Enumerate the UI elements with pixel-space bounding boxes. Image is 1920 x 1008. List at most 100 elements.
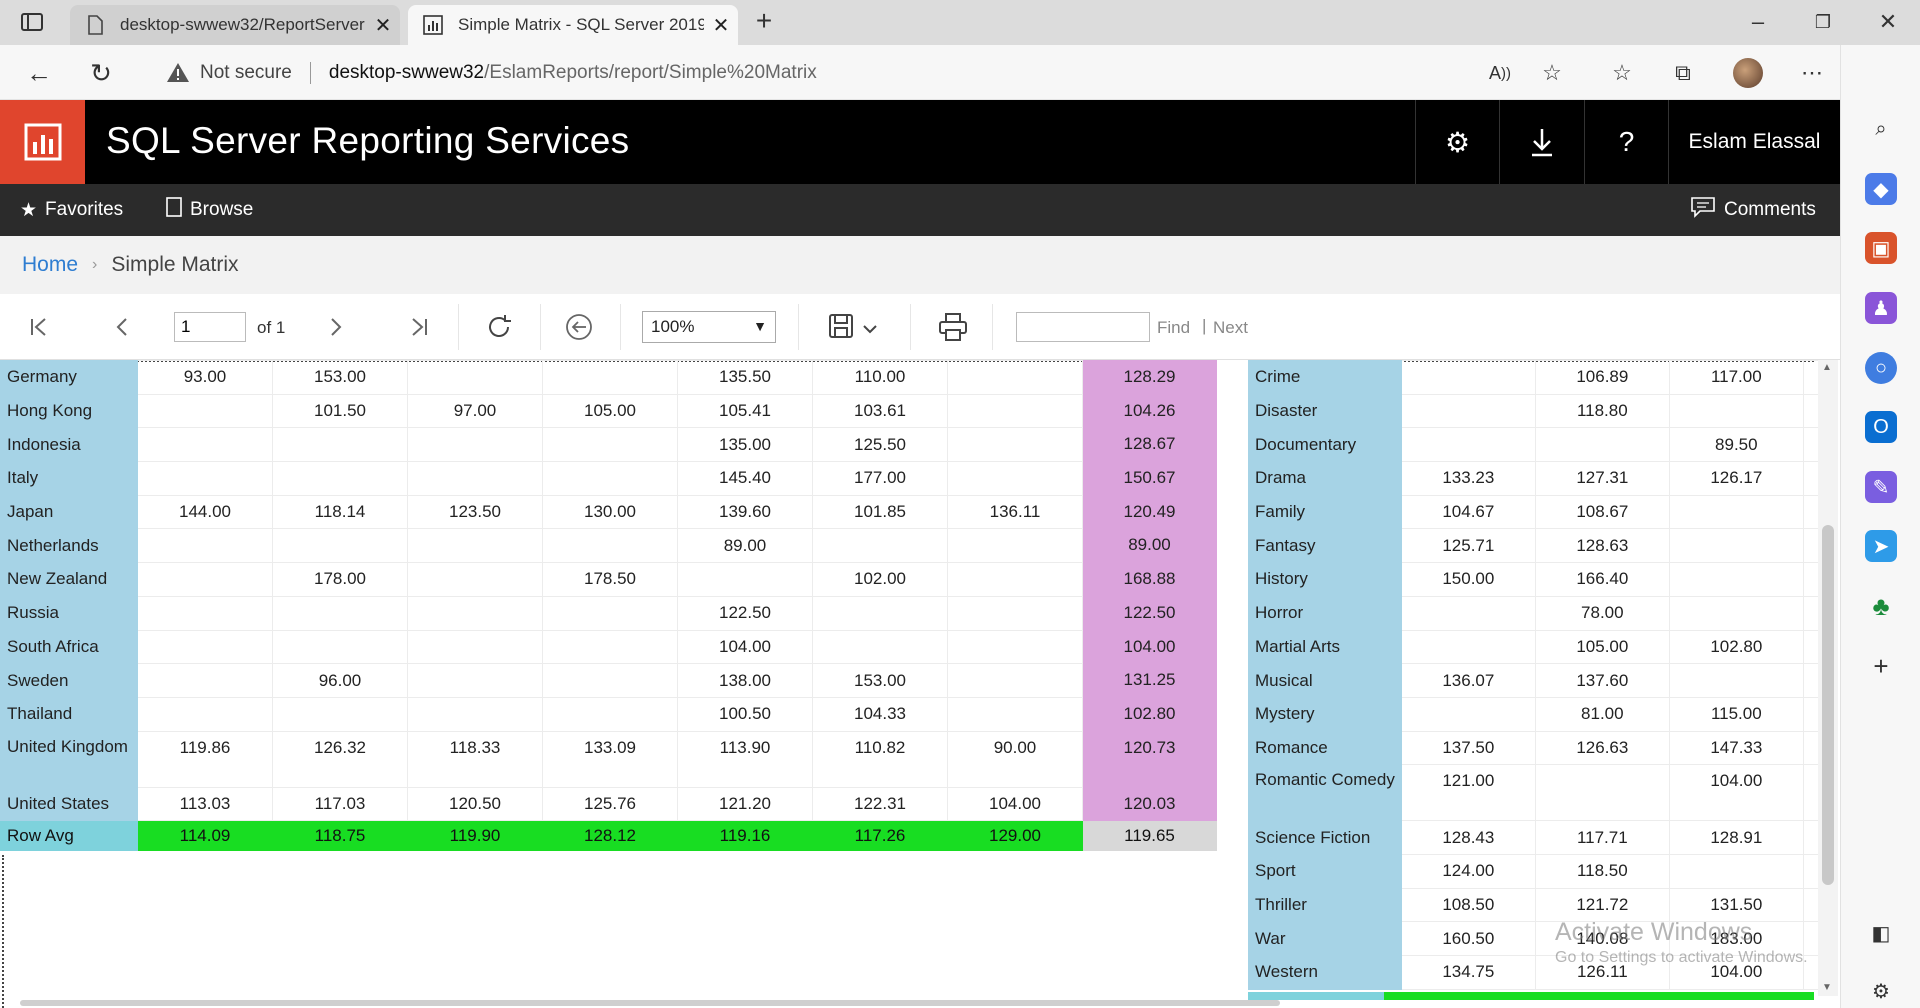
- last-page-icon[interactable]: [401, 309, 437, 345]
- tab-title: desktop-swwew32/ReportServer: [120, 15, 365, 34]
- url-bar[interactable]: Not secure desktop-swwew32/EslamReports/…: [142, 53, 1522, 93]
- close-tab-icon[interactable]: ✕: [366, 13, 400, 38]
- page-count-label: of 1: [257, 318, 286, 337]
- ssrs-logo-icon[interactable]: [0, 100, 85, 184]
- close-window-icon[interactable]: ✕: [1873, 8, 1903, 36]
- table-cell: 137.50: [1400, 730, 1536, 766]
- table-cell: 127.31: [1534, 461, 1670, 496]
- restore-icon[interactable]: ❐: [1808, 8, 1838, 36]
- horizontal-scrollbar[interactable]: [20, 1000, 1280, 1006]
- download-icon[interactable]: [1499, 100, 1583, 184]
- url-path: /EslamReports/report/Simple%20Matrix: [484, 62, 817, 83]
- row-header-country: Italy: [0, 461, 138, 496]
- scroll-up-icon[interactable]: ▲: [1822, 362, 1832, 373]
- print-icon[interactable]: [935, 309, 971, 345]
- table-row: United States 113.03 117.03 120.50 125.76 121…: [0, 786, 1217, 822]
- settings-gear-icon[interactable]: ⚙: [1415, 100, 1499, 184]
- footer-cell: 117.26: [812, 820, 948, 852]
- sidebar-settings-icon[interactable]: ⚙: [1865, 975, 1897, 1007]
- close-tab-icon[interactable]: ✕: [704, 13, 738, 38]
- row-average-cell: 131.25: [1082, 663, 1217, 698]
- first-page-icon[interactable]: [21, 309, 57, 345]
- reload-icon[interactable]: ↻: [86, 58, 116, 88]
- sidebar-toggle-icon[interactable]: ◧: [1865, 917, 1897, 949]
- row-header-genre: Romance: [1248, 730, 1402, 766]
- back-icon[interactable]: ←: [24, 58, 54, 88]
- zoom-select[interactable]: 100% ▼: [642, 311, 776, 343]
- browser-tab-simple-matrix[interactable]: Simple Matrix - SQL Server 2019 ✕: [408, 5, 738, 45]
- add-icon[interactable]: +: [1865, 650, 1897, 682]
- add-favorite-icon[interactable]: ☆: [1537, 58, 1567, 88]
- tree-icon[interactable]: ♣: [1865, 590, 1897, 622]
- tools-icon[interactable]: ▣: [1865, 232, 1897, 264]
- country-matrix-table: Germany 93.00 153.00 135.50 110.00 128.29 Hong…: [0, 360, 1217, 852]
- table-cell: [1400, 629, 1536, 665]
- table-cell: 118.80: [1534, 393, 1670, 429]
- zoom-value: 100%: [651, 317, 695, 336]
- minimize-icon[interactable]: –: [1743, 8, 1773, 36]
- more-options-icon[interactable]: ⋯: [1797, 58, 1827, 88]
- nav-favorites[interactable]: ★ Favorites: [20, 184, 123, 236]
- back-to-parent-icon[interactable]: [561, 309, 597, 345]
- browser-tab-reportserver[interactable]: desktop-swwew32/ReportServer ✕: [70, 5, 400, 45]
- games-icon[interactable]: ♟: [1865, 292, 1897, 324]
- nav-browse[interactable]: Browse: [166, 184, 253, 236]
- help-icon[interactable]: ?: [1584, 100, 1668, 184]
- row-average-cell: 89.00: [1082, 528, 1217, 564]
- shopping-icon[interactable]: ◆: [1865, 173, 1897, 205]
- table-row: Documentary 89.50: [1248, 427, 1834, 463]
- table-cell: 89.50: [1668, 427, 1804, 463]
- nav-browse-label: Browse: [190, 199, 254, 220]
- table-row: Russia 122.50 122.50: [0, 595, 1217, 631]
- read-aloud-icon[interactable]: A)): [1485, 58, 1515, 88]
- find-text-input[interactable]: [1016, 312, 1150, 342]
- find-button[interactable]: Find: [1157, 318, 1190, 338]
- nav-comments[interactable]: Comments: [1690, 184, 1816, 236]
- tab-actions-icon[interactable]: [20, 11, 44, 33]
- scroll-down-icon[interactable]: ▼: [1822, 982, 1832, 993]
- watermark-line-2: Go to Settings to activate Windows.: [1555, 949, 1808, 966]
- genre-footer-label-strip: [1248, 992, 1384, 1000]
- refresh-icon[interactable]: [481, 309, 517, 345]
- warning-icon: [166, 61, 190, 85]
- table-cell: 104.00: [1668, 764, 1804, 822]
- table-cell: [407, 663, 543, 698]
- row-header-genre: History: [1248, 562, 1402, 597]
- next-page-icon[interactable]: [318, 309, 354, 345]
- table-cell: [542, 427, 678, 463]
- table-cell: [947, 663, 1083, 698]
- office-icon[interactable]: ○: [1865, 352, 1897, 384]
- table-cell: 124.00: [1400, 853, 1536, 889]
- favorites-icon[interactable]: ☆: [1607, 58, 1637, 88]
- send-icon[interactable]: ➤: [1865, 530, 1897, 562]
- new-tab-icon[interactable]: +: [750, 7, 778, 36]
- export-save-icon[interactable]: [826, 309, 886, 345]
- profile-avatar[interactable]: [1733, 58, 1763, 88]
- table-cell: [1400, 696, 1536, 732]
- previous-page-icon[interactable]: [104, 309, 140, 345]
- find-next-button[interactable]: Next: [1213, 318, 1248, 338]
- designer-icon[interactable]: ✎: [1865, 471, 1897, 503]
- page-number-input[interactable]: [174, 312, 246, 342]
- table-row: Thriller 108.50 121.72 131.50: [1248, 887, 1834, 923]
- table-row: Italy 145.40 177.00 150.67: [0, 461, 1217, 496]
- row-header-genre: Family: [1248, 494, 1402, 530]
- collections-icon[interactable]: ⧉: [1668, 58, 1698, 88]
- outlook-icon[interactable]: O: [1865, 411, 1897, 443]
- user-menu[interactable]: Eslam Elassal: [1668, 100, 1840, 184]
- table-cell: [1668, 528, 1804, 564]
- vertical-scroll-thumb[interactable]: [1822, 525, 1834, 885]
- row-header-country: United Kingdom: [0, 730, 138, 788]
- table-cell: 113.90: [677, 730, 813, 788]
- breadcrumb-home-link[interactable]: Home: [22, 253, 78, 277]
- table-cell: 125.71: [1400, 528, 1536, 564]
- row-average-cell: 122.50: [1082, 595, 1217, 631]
- table-cell: [1668, 393, 1804, 429]
- vertical-scrollbar[interactable]: ▲ ▼: [1818, 360, 1838, 996]
- table-cell: [947, 427, 1083, 463]
- row-header-genre: Disaster: [1248, 393, 1402, 429]
- toolbar-divider: [910, 304, 911, 350]
- table-cell: 118.50: [1534, 853, 1670, 889]
- star-icon: ★: [20, 199, 38, 221]
- search-icon[interactable]: ⌕: [1865, 113, 1897, 145]
